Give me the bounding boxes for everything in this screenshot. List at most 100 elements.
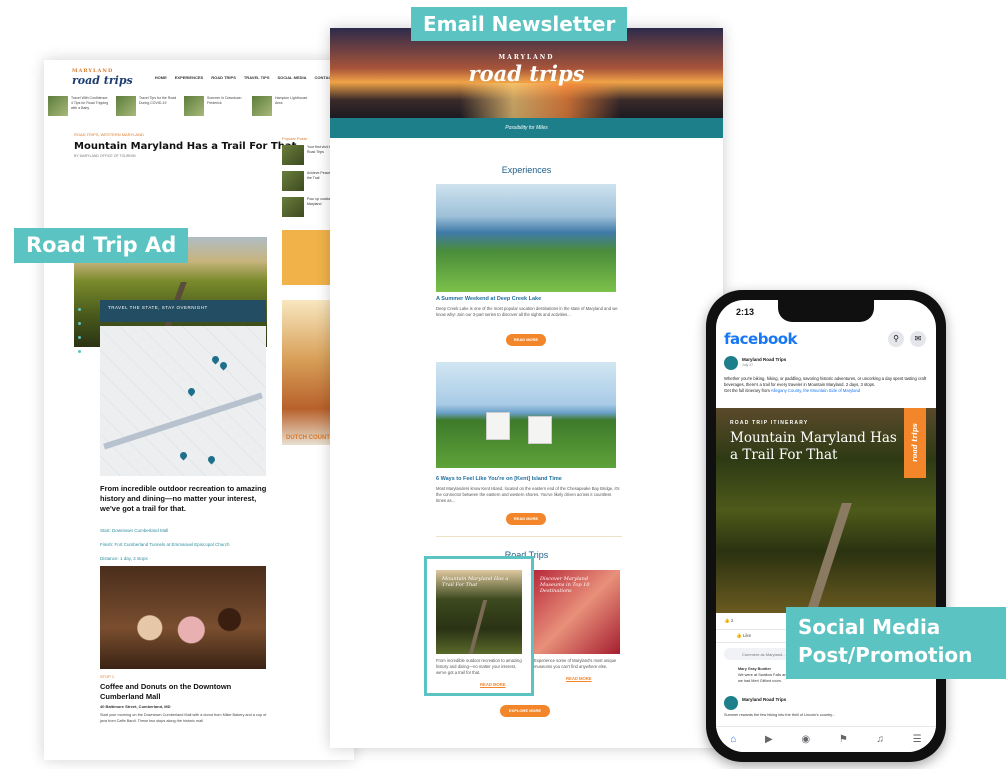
post-text: Whether you're biking, hiking, or paddli… xyxy=(724,376,928,394)
highlight-frame xyxy=(424,556,534,696)
map-pin-icon[interactable] xyxy=(210,354,221,365)
blog-nav: MARYLAND road trips HOME EXPERIENCES ROA… xyxy=(44,60,354,90)
map-pin-icon[interactable] xyxy=(186,386,197,397)
menu-item-road-trips[interactable]: ROAD TRIPS xyxy=(211,75,236,80)
messenger-icon[interactable]: ✉ xyxy=(910,331,926,347)
read-more-button[interactable]: READ MORE xyxy=(506,513,546,525)
post-link[interactable]: Allegany County, the Mountain Side of Ma… xyxy=(771,388,860,393)
kent-island-image[interactable] xyxy=(436,362,616,468)
image-road xyxy=(806,503,852,613)
thumb-title: Summer In Downtown Frederick xyxy=(207,96,242,105)
email-logo[interactable]: MARYLAND road trips xyxy=(330,54,723,86)
email-logo-small: MARYLAND xyxy=(498,54,555,61)
step-label: STOP 1 xyxy=(100,674,115,679)
map-pin-icon[interactable] xyxy=(218,360,229,371)
read-more-button[interactable]: READ MORE xyxy=(506,334,546,346)
menu-item-travel-tips[interactable]: TRAVEL TIPS xyxy=(244,75,270,80)
sidebar-post-image xyxy=(282,171,304,191)
section-heading-experiences: Experiences xyxy=(501,165,552,175)
page-name[interactable]: Maryland Road Trips xyxy=(742,357,786,362)
card-title[interactable]: 6 Ways to Feel Like You're on [Kent] Isl… xyxy=(436,476,622,482)
email-hero-image: MARYLAND road trips xyxy=(330,28,723,118)
flag-icon[interactable]: ⚑ xyxy=(839,734,848,745)
like-button[interactable]: 👍 Like xyxy=(736,633,751,639)
promo-banner-text: TRAVEL THE STATE, STAY OVERNIGHT xyxy=(108,305,208,310)
facebook-tab-bar: ⌂ ▶ ◉ ⚑ ♫ ☰ xyxy=(716,726,936,752)
menu-icon[interactable]: ☰ xyxy=(913,734,922,745)
reply-name[interactable]: Mary Gray Buntier xyxy=(738,667,771,671)
step-address: 40 Baltimore Street, Cumberland, MD xyxy=(100,704,171,709)
label-email-newsletter: Email Newsletter xyxy=(411,7,628,41)
search-icon[interactable]: ⚲ xyxy=(888,331,904,347)
trip-start-link[interactable]: Start: Downtown Cumberland Mall xyxy=(100,528,230,533)
menu-item-experiences[interactable]: EXPERIENCES xyxy=(175,75,203,80)
trip-finish-link[interactable]: Finish: Fort Cumberland Tunnels at Emman… xyxy=(100,542,230,547)
groups-icon[interactable]: ◉ xyxy=(801,734,810,745)
map-pin-icon[interactable] xyxy=(178,450,189,461)
image-kicker: ROAD TRIP ITINERARY xyxy=(730,420,809,426)
road-trip-image-museums[interactable]: Discover Maryland Museums in Top 10 Dest… xyxy=(534,570,620,654)
post-image[interactable]: ROAD TRIP ITINERARY Mountain Maryland Ha… xyxy=(716,408,936,613)
post-header: Maryland Road Trips July 27 xyxy=(724,356,928,374)
email-tagline: Possibility for Miles xyxy=(330,118,723,138)
donuts-image xyxy=(100,566,266,669)
read-more-link[interactable]: READ MORE xyxy=(566,676,606,682)
related-thumb[interactable]: Travel With Confidence: 4 Tips for Road … xyxy=(48,96,110,120)
card-title[interactable]: A Summer Weekend at Deep Creek Lake xyxy=(436,296,622,302)
step-title: Coffee and Donuts on the Downtown Cumber… xyxy=(100,682,232,701)
map-pin-icon[interactable] xyxy=(206,454,217,465)
reaction-count[interactable]: 👍 2 xyxy=(724,618,733,624)
share-dots xyxy=(78,308,81,364)
facebook-logo[interactable]: facebook xyxy=(724,330,798,348)
page-avatar[interactable] xyxy=(724,696,738,710)
thumb-image xyxy=(116,96,136,116)
share-dot[interactable] xyxy=(78,336,81,339)
reaction-number: 2 xyxy=(730,618,734,623)
phone-frame: 2:13 facebook ⚲ ✉ Maryland Road Trips Ju… xyxy=(706,290,946,762)
phone-screen: 2:13 facebook ⚲ ✉ Maryland Road Trips Ju… xyxy=(716,300,936,752)
thumb-title: Hampton Lighthouse Area xyxy=(275,96,308,105)
route-map[interactable] xyxy=(100,326,266,476)
section-divider xyxy=(436,536,622,537)
label-social-media: Social Media Post/Promotion xyxy=(786,607,1006,679)
promo-banner[interactable]: TRAVEL THE STATE, STAY OVERNIGHT xyxy=(100,300,266,322)
blog-logo-text: road trips xyxy=(72,73,133,87)
share-dot[interactable] xyxy=(78,350,81,353)
share-dot[interactable] xyxy=(78,308,81,311)
page-name[interactable]: Maryland Road Trips xyxy=(742,697,786,702)
share-dot[interactable] xyxy=(78,322,81,325)
menu-item-social-media[interactable]: SOCIAL MEDIA xyxy=(278,75,307,80)
blog-logo[interactable]: MARYLAND road trips xyxy=(72,68,133,87)
step-body: Start your morning on the Downtown Cumbe… xyxy=(100,713,267,723)
page-avatar[interactable] xyxy=(724,356,738,370)
home-icon[interactable]: ⌂ xyxy=(730,734,736,745)
deep-creek-lake-image[interactable] xyxy=(436,184,616,292)
bell-icon[interactable]: ♫ xyxy=(876,734,884,745)
chair-shape xyxy=(528,416,552,444)
thumb-title: Travel Tips for the Road During COVID-19 xyxy=(139,96,177,105)
second-post-text: Summer rewards the few hiking into the t… xyxy=(724,713,836,717)
chair-shape xyxy=(486,412,510,440)
post-link-intro: Get the full itinerary from xyxy=(724,388,770,393)
related-thumb[interactable]: Hampton Lighthouse Area xyxy=(252,96,314,120)
phone-notch xyxy=(778,300,874,322)
blog-menu: HOME EXPERIENCES ROAD TRIPS TRAVEL TIPS … xyxy=(155,75,334,80)
menu-item-home[interactable]: HOME xyxy=(155,75,167,80)
image-title: Mountain Maryland Has a Trail For That xyxy=(730,430,897,463)
like-label: Like xyxy=(742,633,752,638)
email-logo-text: road trips xyxy=(468,61,585,86)
related-thumb[interactable]: Travel Tips for the Road During COVID-19 xyxy=(116,96,178,120)
card-text: Deep Creek Lake is one of the most popul… xyxy=(436,306,618,317)
article-lead: From incredible outdoor recreation to am… xyxy=(100,484,267,513)
related-thumb[interactable]: Summer In Downtown Frederick xyxy=(184,96,246,120)
road-trip-text: Experience some of Maryland's most uniqu… xyxy=(534,658,617,669)
road-trips-tag: road trips xyxy=(904,408,926,478)
sidebar-post-image xyxy=(282,197,304,217)
thumb-image xyxy=(184,96,204,116)
thumb-image xyxy=(48,96,68,116)
trip-distance: Distance: 1 day, 3 stops xyxy=(100,556,148,561)
video-icon[interactable]: ▶ xyxy=(765,734,773,745)
thumb-image xyxy=(252,96,272,116)
explore-more-button[interactable]: EXPLORE MORE xyxy=(500,705,550,717)
card-text: Most Marylanders know Kent Island, locat… xyxy=(436,486,620,503)
